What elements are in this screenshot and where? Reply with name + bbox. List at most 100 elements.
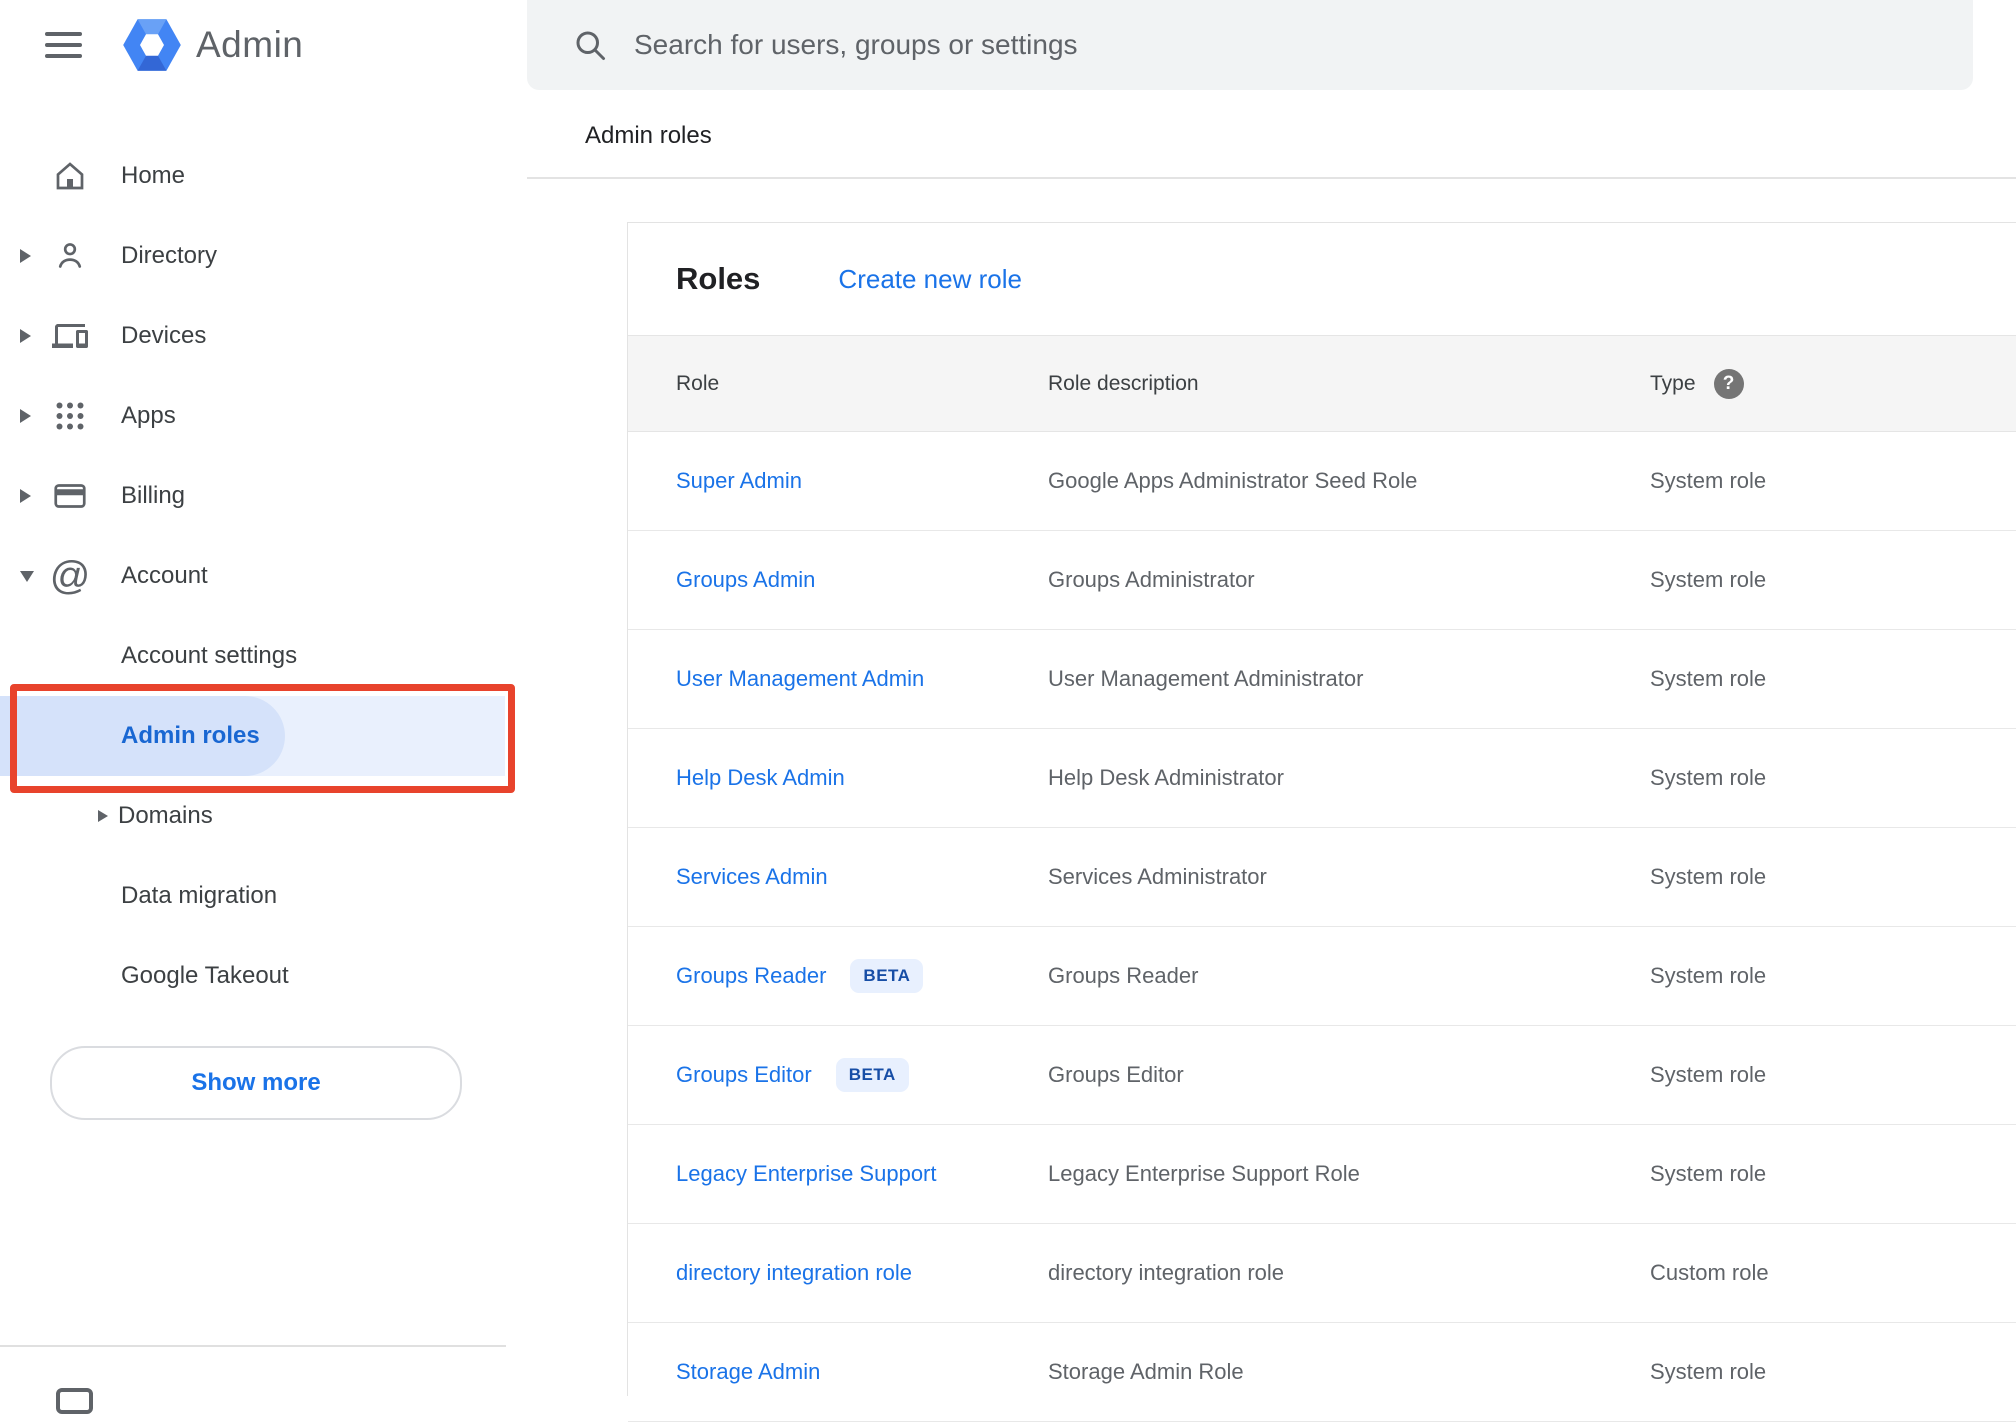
- sidebar-item-label: Home: [121, 162, 186, 189]
- beta-badge: BETA: [850, 959, 924, 993]
- table-row: Super Admin Google Apps Administrator Se…: [628, 432, 2016, 531]
- sidebar-item-label: Account: [121, 562, 208, 589]
- roles-card-header: Roles Create new role: [628, 223, 2016, 335]
- page-title: Roles: [676, 261, 761, 296]
- table-row: Groups Admin Groups Administrator System…: [628, 531, 2016, 630]
- header-divider: [527, 177, 2016, 179]
- sidebar-item-data-migration[interactable]: Data migration: [0, 856, 527, 936]
- role-description: Help Desk Administrator: [1048, 765, 1284, 790]
- role-description: Groups Reader: [1048, 963, 1199, 988]
- devices-icon: [52, 318, 88, 354]
- sidebar-item-account-settings[interactable]: Account settings: [0, 616, 527, 696]
- search-input[interactable]: [632, 28, 1943, 62]
- sidebar-item-label: Directory: [121, 242, 218, 269]
- table-row: Legacy Enterprise Support Legacy Enterpr…: [628, 1125, 2016, 1224]
- role-description: Legacy Enterprise Support Role: [1048, 1161, 1360, 1186]
- role-link[interactable]: Super Admin: [676, 468, 802, 494]
- billing-icon: [52, 478, 88, 514]
- sidebar-item-billing[interactable]: Billing: [0, 456, 527, 536]
- sidebar-nav: Home Directory Devices Apps Billing @ Ac…: [0, 136, 527, 1120]
- sidebar-item-label: Apps: [121, 402, 176, 429]
- table-row: Help Desk Admin Help Desk Administrator …: [628, 729, 2016, 828]
- role-description: User Management Administrator: [1048, 666, 1364, 691]
- table-row: Storage Admin Storage Admin Role System …: [628, 1323, 2016, 1422]
- role-link[interactable]: Storage Admin: [676, 1359, 820, 1385]
- role-link[interactable]: Groups Reader: [676, 963, 826, 989]
- admin-logo-icon: [123, 19, 181, 71]
- create-new-role-link[interactable]: Create new role: [838, 264, 1022, 295]
- role-link[interactable]: User Management Admin: [676, 666, 924, 692]
- partially-visible-icon: [56, 1388, 93, 1414]
- show-more-label: Show more: [191, 1069, 321, 1096]
- role-link[interactable]: Services Admin: [676, 864, 828, 890]
- sidebar: Admin Home Directory Devices Apps Billin…: [0, 0, 527, 1414]
- role-type: Custom role: [1650, 1260, 1769, 1285]
- sidebar-item-label: Account settings: [121, 642, 298, 669]
- role-link[interactable]: directory integration role: [676, 1260, 912, 1286]
- role-link[interactable]: Groups Admin: [676, 567, 815, 593]
- account-icon: @: [49, 554, 91, 598]
- show-more-button[interactable]: Show more: [50, 1046, 462, 1120]
- search-bar: [527, 0, 1973, 90]
- role-description: Services Administrator: [1048, 864, 1267, 889]
- column-header-role-description: Role description: [1048, 371, 1199, 395]
- role-type: System role: [1650, 1062, 1767, 1087]
- expand-right-icon: [20, 409, 31, 423]
- role-description: Storage Admin Role: [1048, 1359, 1244, 1384]
- table-row: Services Admin Services Administrator Sy…: [628, 828, 2016, 927]
- role-link[interactable]: Groups Editor: [676, 1062, 812, 1088]
- expand-right-icon: [98, 810, 108, 822]
- role-type: System role: [1650, 765, 1767, 790]
- sidebar-topbar: Admin: [0, 0, 527, 90]
- sidebar-item-google-takeout[interactable]: Google Takeout: [0, 936, 527, 1016]
- sidebar-item-label: Admin roles: [121, 722, 260, 749]
- table-row: Groups Editor BETA Groups Editor System …: [628, 1026, 2016, 1125]
- beta-badge: BETA: [835, 1058, 909, 1092]
- table-row: Groups Reader BETA Groups Reader System …: [628, 927, 2016, 1026]
- app-title: Admin: [196, 24, 304, 65]
- sidebar-item-directory[interactable]: Directory: [0, 216, 527, 296]
- role-type: System role: [1650, 1161, 1767, 1186]
- role-description: Groups Administrator: [1048, 567, 1255, 592]
- breadcrumb: Admin roles: [585, 122, 712, 149]
- role-type: System role: [1650, 963, 1767, 988]
- sidebar-item-home[interactable]: Home: [0, 136, 527, 216]
- sidebar-item-label: Google Takeout: [121, 962, 289, 989]
- sidebar-item-devices[interactable]: Devices: [0, 296, 527, 376]
- app-logo: Admin: [122, 15, 303, 75]
- column-header-role: Role: [676, 371, 720, 395]
- expand-right-icon: [20, 489, 31, 503]
- collapse-down-icon: [20, 570, 34, 582]
- sidebar-item-account[interactable]: @ Account: [0, 536, 527, 616]
- role-description: directory integration role: [1048, 1260, 1285, 1285]
- role-type: System role: [1650, 567, 1767, 592]
- column-header-type: Type ?: [1650, 368, 2016, 399]
- role-type: System role: [1650, 468, 1767, 493]
- role-type: System role: [1650, 666, 1767, 691]
- directory-icon: [52, 238, 88, 274]
- role-link[interactable]: Help Desk Admin: [676, 765, 845, 791]
- sidebar-item-apps[interactable]: Apps: [0, 376, 527, 456]
- search-icon: [576, 31, 605, 60]
- roles-card: Roles Create new role Role Role descript…: [627, 222, 2016, 1422]
- sidebar-item-label: Data migration: [121, 882, 278, 909]
- sidebar-item-label: Domains: [118, 802, 213, 829]
- table-header-row: Role Role description Type ?: [628, 335, 2016, 432]
- role-description: Google Apps Administrator Seed Role: [1048, 468, 1418, 493]
- sidebar-item-label: Billing: [121, 482, 186, 509]
- role-type: System role: [1650, 1359, 1767, 1384]
- sidebar-item-domains[interactable]: Domains: [0, 776, 527, 856]
- hamburger-menu-icon[interactable]: [45, 25, 82, 65]
- expand-right-icon: [20, 249, 31, 263]
- sidebar-item-label: Devices: [121, 322, 207, 349]
- help-icon[interactable]: ?: [1713, 368, 1744, 399]
- sidebar-bottom-divider: [0, 1345, 506, 1347]
- table-row: directory integration role directory int…: [628, 1224, 2016, 1323]
- column-header-type-label: Type: [1650, 371, 1696, 395]
- home-icon: [52, 158, 88, 194]
- role-type: System role: [1650, 864, 1767, 889]
- expand-right-icon: [20, 329, 31, 343]
- table-row: User Management Admin User Management Ad…: [628, 630, 2016, 729]
- role-link[interactable]: Legacy Enterprise Support: [676, 1161, 937, 1187]
- sidebar-item-admin-roles[interactable]: Admin roles: [0, 696, 527, 776]
